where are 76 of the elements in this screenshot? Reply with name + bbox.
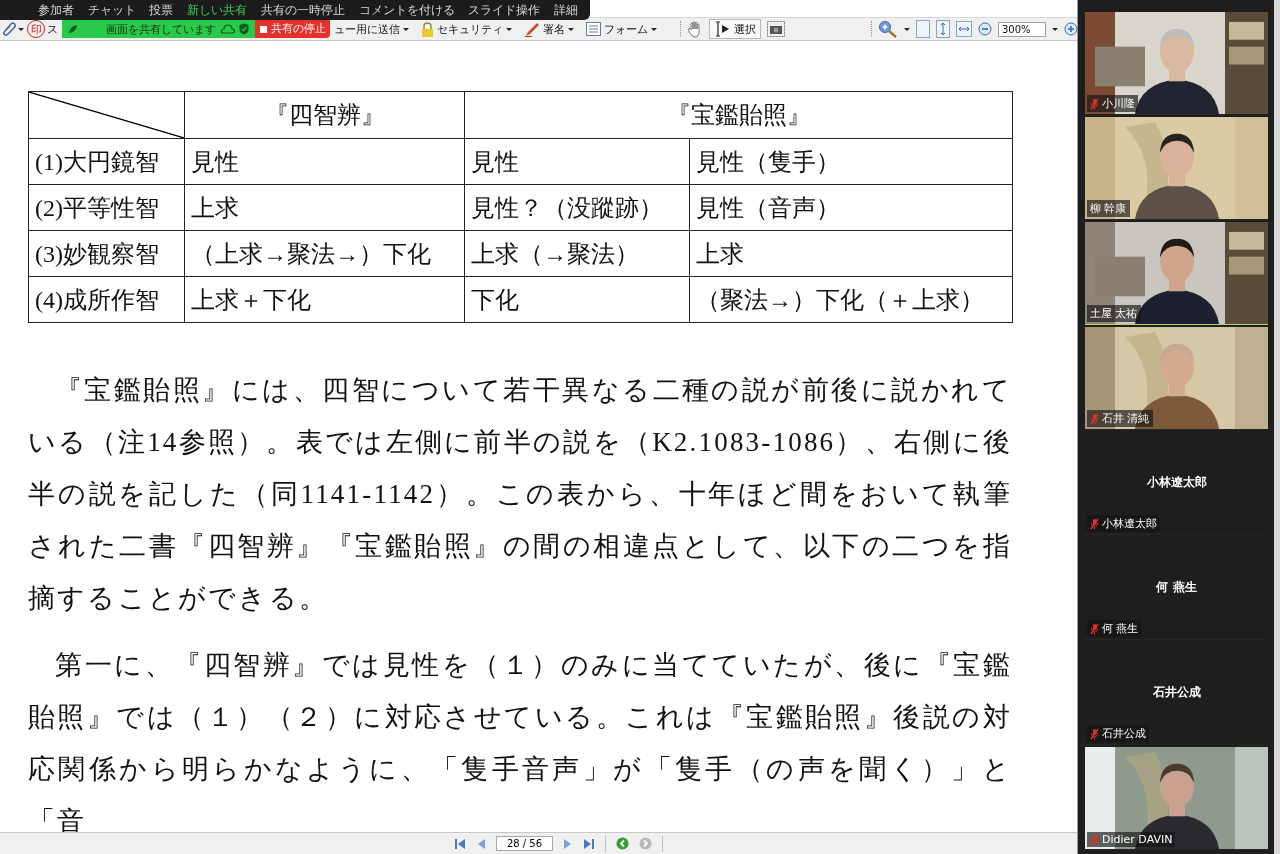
table-cell: 見性（隻手） bbox=[689, 138, 1013, 185]
table-cell: 上求＋下化 bbox=[184, 276, 465, 323]
page-icon[interactable] bbox=[916, 20, 930, 38]
table-cell: 上求 bbox=[184, 184, 465, 231]
participant-name: 小川隆 bbox=[1102, 96, 1135, 111]
table-cell: 見性？（没蹤跡） bbox=[464, 184, 690, 231]
participant-name: 柳 幹康 bbox=[1090, 201, 1127, 216]
table-header: 『宝鑑貽照』 bbox=[464, 91, 1013, 139]
meeting-toolbar-button[interactable]: 投票 bbox=[149, 1, 174, 19]
participant-name: Didier DAVIN bbox=[1102, 833, 1173, 846]
shield-icon bbox=[239, 23, 249, 35]
meeting-toolbar-button[interactable]: 参加者 bbox=[38, 1, 74, 19]
toolbar-label[interactable]: ス bbox=[47, 21, 58, 37]
table-cell: 上求（→聚法） bbox=[464, 230, 690, 277]
table-cell: 見性 bbox=[184, 138, 465, 185]
zoom-out-icon[interactable] bbox=[978, 22, 992, 36]
table-cell: （上求→聚法→）下化 bbox=[184, 230, 465, 277]
table-cell: 見性（音声） bbox=[689, 184, 1013, 231]
zoom-field[interactable]: 300% bbox=[998, 21, 1046, 37]
table-cell: 上求 bbox=[689, 230, 1013, 277]
video-tile[interactable]: 小川隆 bbox=[1085, 12, 1268, 115]
toolbar-button[interactable]: フォーム bbox=[583, 21, 660, 37]
fit-width-icon[interactable] bbox=[956, 21, 972, 37]
table-cell: 見性 bbox=[464, 138, 690, 185]
table-cell: (1)大円鏡智 bbox=[28, 138, 185, 185]
zoom-in-icon[interactable] bbox=[878, 20, 898, 38]
last-page-button[interactable] bbox=[583, 837, 596, 850]
lock-icon bbox=[421, 21, 434, 37]
table-cell: （聚法→）下化（＋上求） bbox=[689, 276, 1013, 323]
meeting-toolbar-button[interactable]: チャット bbox=[87, 1, 136, 19]
table-header: 『四智辨』 bbox=[184, 91, 465, 139]
participant-name: 小林遼太郎 bbox=[1102, 516, 1157, 531]
table-cell: (4)成所作智 bbox=[28, 276, 185, 323]
fit-height-icon[interactable] bbox=[936, 20, 950, 38]
paperclip-icon[interactable] bbox=[2, 21, 16, 37]
forward-button[interactable] bbox=[639, 837, 653, 850]
table-cell: (2)平等性智 bbox=[28, 184, 185, 231]
video-tile[interactable]: 石井 清純 bbox=[1085, 327, 1268, 430]
cloud-icon bbox=[221, 24, 235, 34]
form-icon bbox=[586, 22, 601, 36]
meeting-toolbar-button[interactable]: 共有の一時停止 bbox=[260, 1, 345, 19]
body-paragraph: 『宝鑑貽照』には、四智について若干異なる二種の説が前後に説かれている（注14参照）。表では左側に前半の説を（K2.1083-1086）、右側に後半の説を記した（同1141-1142）。この表から、十年ほど間をおいて執筆された二書『四智辨』『宝鑑貽照』の間の相違点として、以下の二つを指摘することができる。 bbox=[28, 374, 1012, 615]
participant-name: 石井公成 bbox=[1151, 684, 1202, 701]
toolbar-button[interactable]: ュー用に送信 bbox=[331, 21, 412, 37]
video-tile[interactable]: 土屋 太祐 bbox=[1085, 222, 1268, 325]
page-number-field[interactable]: 28 / 56 bbox=[495, 836, 554, 851]
caret-icon[interactable] bbox=[904, 27, 910, 31]
toolbar-button[interactable]: セキュリティ bbox=[418, 21, 515, 37]
meeting-toolbar-button[interactable]: コメントを付ける bbox=[358, 1, 455, 19]
scrollbar[interactable] bbox=[1274, 0, 1280, 854]
toolbar-button[interactable]: 署名 bbox=[521, 21, 577, 37]
participant-name: 石井 清純 bbox=[1102, 411, 1150, 426]
participant-name: 石井公成 bbox=[1102, 726, 1146, 741]
participant-name: 土屋 太祐 bbox=[1090, 306, 1138, 321]
meeting-toolbar-button[interactable]: 詳細 bbox=[553, 1, 578, 19]
participant-name: 小林遼太郎 bbox=[1145, 474, 1208, 491]
sharing-status: 画面を共有しています bbox=[106, 21, 216, 37]
first-page-button[interactable] bbox=[453, 837, 466, 850]
stop-share-button[interactable]: 共有の停止 bbox=[255, 20, 330, 38]
zoom-in-icon[interactable] bbox=[1063, 22, 1078, 36]
video-tile[interactable]: Didier DAVIN bbox=[1085, 747, 1268, 850]
back-button[interactable] bbox=[616, 837, 630, 850]
video-tile[interactable]: 柳 幹康 bbox=[1085, 117, 1268, 220]
caret-icon[interactable] bbox=[18, 27, 24, 31]
pen-icon bbox=[524, 21, 540, 37]
hand-icon[interactable] bbox=[687, 20, 703, 38]
participant-name: 何 燕生 bbox=[1154, 579, 1198, 596]
caret-icon[interactable] bbox=[1051, 27, 1058, 31]
participant-name: 何 燕生 bbox=[1102, 621, 1139, 636]
meeting-toolbar-button[interactable]: スライド操作 bbox=[468, 1, 541, 19]
table-cell: 下化 bbox=[464, 276, 690, 323]
table-cell: (3)妙観察智 bbox=[28, 230, 185, 277]
meeting-toolbar-button[interactable]: 新しい共有 bbox=[187, 1, 248, 19]
select-tool-button[interactable]: 選択 bbox=[709, 19, 761, 39]
camera-icon[interactable] bbox=[767, 21, 785, 37]
leaf-icon bbox=[68, 24, 78, 34]
